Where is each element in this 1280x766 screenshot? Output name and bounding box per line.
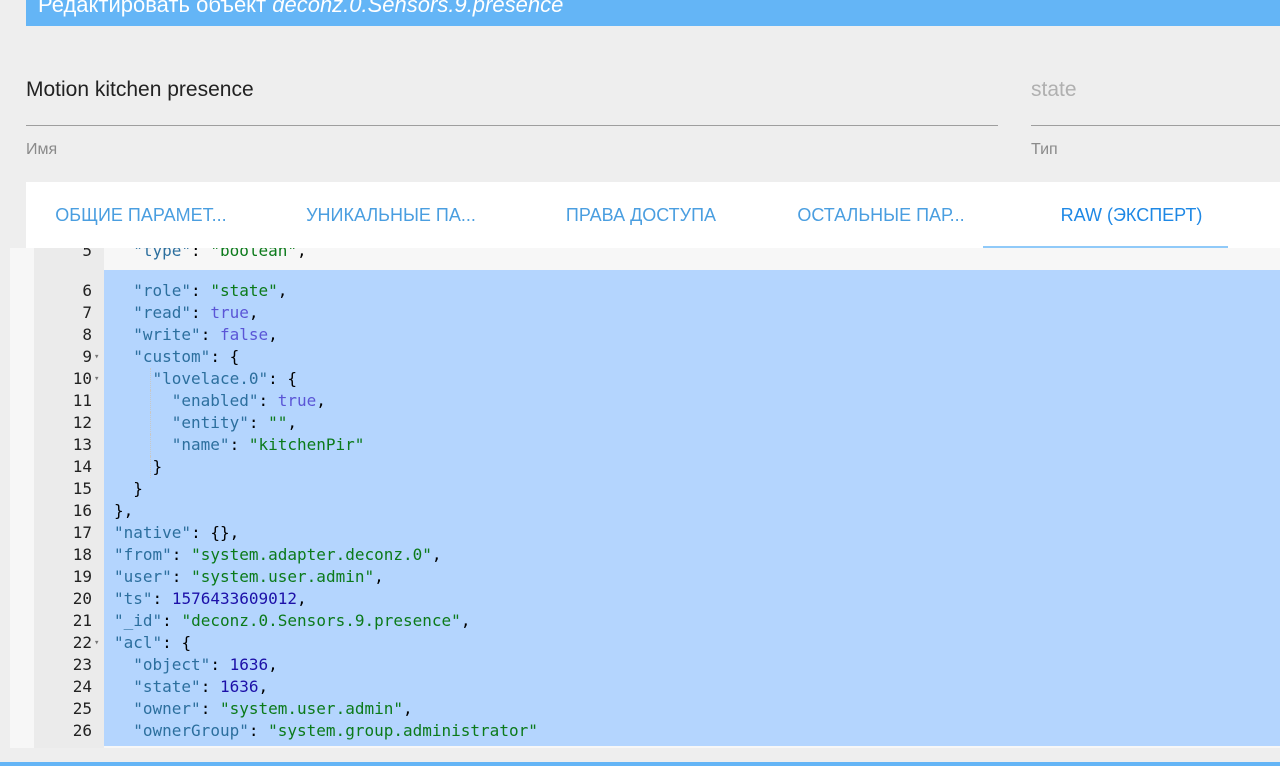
indent-guide bbox=[149, 412, 151, 434]
code-text: "custom": { bbox=[133, 347, 240, 366]
type-field[interactable]: state Тип bbox=[1031, 78, 1280, 168]
code-line: 7 "read": true, bbox=[10, 302, 1280, 324]
code-text: "read": true, bbox=[133, 303, 259, 322]
code-line: 24 "state": 1636, bbox=[10, 676, 1280, 698]
line-number: 21 bbox=[72, 611, 92, 630]
line-number: 11 bbox=[72, 391, 92, 410]
type-input-underline bbox=[1031, 125, 1280, 126]
tab-access-rights[interactable]: ПРАВА ДОСТУПА bbox=[526, 182, 756, 248]
code-text: "native": {}, bbox=[114, 523, 240, 542]
code-text: "from": "system.adapter.deconz.0", bbox=[114, 545, 442, 564]
code-line: 11 "enabled": true, bbox=[10, 390, 1280, 412]
line-number: 15 bbox=[72, 479, 92, 498]
code-line: 10 ▾ "lovelace.0": { bbox=[10, 368, 1280, 390]
line-number: 8 bbox=[82, 325, 92, 344]
line-number: 7 bbox=[82, 303, 92, 322]
code-text: } bbox=[133, 479, 143, 498]
line-number: 19 bbox=[72, 567, 92, 586]
code-text: "ts": 1576433609012, bbox=[114, 589, 307, 608]
code-text: "owner": "system.user.admin", bbox=[133, 699, 413, 718]
tab-unique[interactable]: УНИКАЛЬНЫЕ ПА... bbox=[276, 182, 506, 248]
code-text: "type": "boolean", bbox=[133, 248, 307, 260]
code-line: 23 "object": 1636, bbox=[10, 654, 1280, 676]
code-text: "acl": { bbox=[114, 633, 192, 652]
name-input[interactable]: Motion kitchen presence bbox=[26, 78, 998, 102]
indent-guide bbox=[149, 368, 151, 390]
line-number: 10 bbox=[72, 369, 92, 388]
dialog-title-prefix: Редактировать объект bbox=[38, 0, 273, 17]
line-number: 20 bbox=[72, 589, 92, 608]
type-input[interactable]: state bbox=[1031, 78, 1280, 102]
code-line: 12 "entity": "", bbox=[10, 412, 1280, 434]
line-number: 23 bbox=[72, 655, 92, 674]
code-text: "object": 1636, bbox=[133, 655, 278, 674]
code-text: "user": "system.user.admin", bbox=[114, 567, 384, 586]
line-number: 6 bbox=[82, 281, 92, 300]
line-number: 5 bbox=[82, 248, 92, 260]
json-editor[interactable]: 5 "type": "boolean", 6 "role": "state", 7 "re… bbox=[10, 248, 1280, 748]
line-number: 16 bbox=[72, 501, 92, 520]
line-number: 22 bbox=[72, 633, 92, 652]
indent-guide bbox=[149, 390, 151, 412]
code-line: 26 "ownerGroup": "system.group.administra… bbox=[10, 720, 1280, 742]
name-input-underline bbox=[26, 125, 998, 126]
code-text: "role": "state", bbox=[133, 281, 288, 300]
code-text: "enabled": true, bbox=[171, 391, 326, 410]
code-text: "write": false, bbox=[133, 325, 278, 344]
code-line: 15} bbox=[10, 478, 1280, 500]
code-line: 14} bbox=[10, 456, 1280, 478]
code-text: } bbox=[152, 457, 163, 476]
name-field[interactable]: Motion kitchen presence Имя bbox=[26, 78, 998, 168]
code-line: 21 "_id": "deconz.0.Sensors.9.presence", bbox=[10, 610, 1280, 632]
indent-guide bbox=[149, 434, 151, 456]
code-text: "_id": "deconz.0.Sensors.9.presence", bbox=[114, 611, 471, 630]
code-text: "name": "kitchenPir" bbox=[171, 435, 365, 454]
tab-general[interactable]: ОБЩИЕ ПАРАМЕТ... bbox=[26, 182, 256, 248]
line-number: 12 bbox=[72, 413, 92, 432]
code-text: "entity": "", bbox=[171, 413, 298, 432]
code-text: "ownerGroup": "system.group.administrato… bbox=[133, 721, 538, 740]
line-number: 14 bbox=[72, 457, 92, 476]
code-line: 20 "ts": 1576433609012, bbox=[10, 588, 1280, 610]
code-line: 17 "native": {}, bbox=[10, 522, 1280, 544]
line-number: 9 bbox=[82, 347, 92, 366]
line-number: 18 bbox=[72, 545, 92, 564]
line-number: 26 bbox=[72, 721, 92, 740]
fold-toggle-icon[interactable]: ▾ bbox=[94, 346, 99, 368]
line-number: 17 bbox=[72, 523, 92, 542]
code-text: "lovelace.0": { bbox=[152, 369, 298, 388]
line-number: 25 bbox=[72, 699, 92, 718]
line-number: 24 bbox=[72, 677, 92, 696]
dialog-title-bar: Редактировать объект deconz.0.Sensors.9.… bbox=[26, 0, 1280, 26]
name-label: Имя bbox=[26, 141, 58, 158]
indent-guide bbox=[149, 456, 151, 478]
code-line: 13 "name": "kitchenPir" bbox=[10, 434, 1280, 456]
type-label: Тип bbox=[1031, 141, 1058, 158]
code-line: 22 ▾ "acl": { bbox=[10, 632, 1280, 654]
fold-toggle-icon[interactable]: ▾ bbox=[94, 368, 99, 390]
code-line: 16}, bbox=[10, 500, 1280, 522]
tab-bar: ОБЩИЕ ПАРАМЕТ... УНИКАЛЬНЫЕ ПА... ПРАВА … bbox=[26, 182, 1280, 248]
code-line: 8 "write": false, bbox=[10, 324, 1280, 346]
tab-other[interactable]: ОСТАЛЬНЫЕ ПАР... bbox=[766, 182, 996, 248]
code-line: 5 "type": "boolean", bbox=[10, 248, 1280, 262]
dialog-title-object: deconz.0.Sensors.9.presence bbox=[272, 0, 564, 17]
code-line: 18 "from": "system.adapter.deconz.0", bbox=[10, 544, 1280, 566]
tab-raw-expert[interactable]: RAW (ЭКСПЕРТ) bbox=[1009, 182, 1254, 248]
line-number: 13 bbox=[72, 435, 92, 454]
code-line: 19 "user": "system.user.admin", bbox=[10, 566, 1280, 588]
fold-toggle-icon[interactable]: ▾ bbox=[94, 632, 99, 654]
code-line: 25 "owner": "system.user.admin", bbox=[10, 698, 1280, 720]
footer-accent-bar bbox=[0, 762, 1280, 766]
code-text: }, bbox=[114, 501, 134, 520]
code-line: 9 ▾ "custom": { bbox=[10, 346, 1280, 368]
code-text: "state": 1636, bbox=[133, 677, 269, 696]
code-line: 6 "role": "state", bbox=[10, 280, 1280, 302]
